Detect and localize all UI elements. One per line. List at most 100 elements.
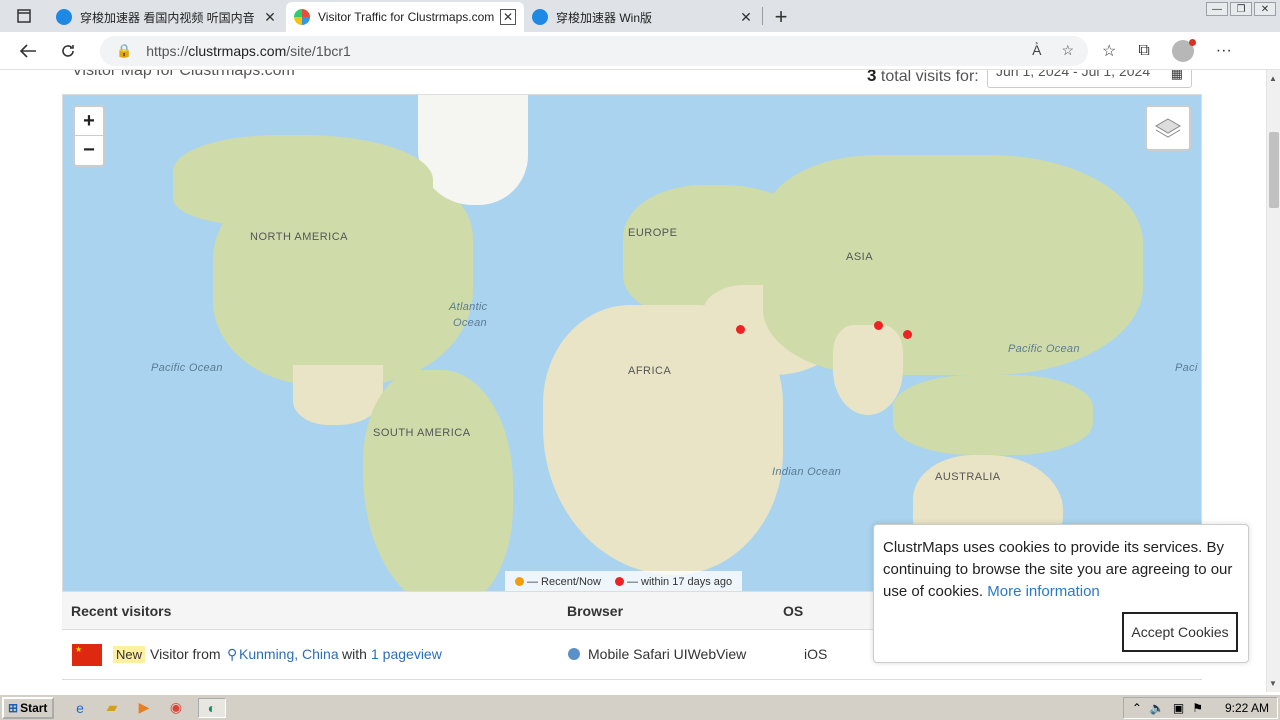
browser-tab-bar: 穿梭加速器 看国内视频 听国内音 ✕ Visitor Traffic for C… xyxy=(0,0,1280,32)
legend-recent: — Recent/Now xyxy=(515,576,601,588)
visits-summary: 3 total visits for: xyxy=(867,70,979,86)
flag-icon[interactable]: ⚑ xyxy=(1192,701,1203,715)
visitor-dot[interactable] xyxy=(903,330,912,339)
url-field[interactable]: 🔒 https://clustrmaps.com/site/1bcr1 A͐ ☆ xyxy=(100,35,1088,66)
restore-button[interactable]: ❐ xyxy=(1230,2,1252,16)
edge-icon[interactable]: ◐ xyxy=(198,697,226,718)
label-africa: AFRICA xyxy=(628,365,672,377)
china-flag-icon xyxy=(72,644,102,666)
legend-within: — within 17 days ago xyxy=(614,576,732,588)
visitor-dot[interactable] xyxy=(874,321,883,330)
folder-icon[interactable]: ▰ xyxy=(102,698,122,718)
visitor-location-link[interactable]: Kunming, China xyxy=(239,646,339,662)
clustrmaps-icon xyxy=(294,9,310,25)
tab-shuttle-2[interactable]: 穿梭加速器 Win版 ✕ xyxy=(524,2,762,32)
ie-icon[interactable]: e xyxy=(70,698,90,718)
back-arrow-icon xyxy=(19,43,36,58)
start-button[interactable]: ⊞ Start xyxy=(2,696,54,719)
zoom-out-button[interactable]: − xyxy=(75,136,103,165)
tab-clustrmaps[interactable]: Visitor Traffic for Clustrmaps.com ✕ xyxy=(286,2,524,32)
zoom-control: + − xyxy=(73,105,105,167)
minimize-button[interactable]: — xyxy=(1206,2,1228,16)
land-south-america xyxy=(363,370,513,591)
accept-cookies-button[interactable]: Accept Cookies xyxy=(1122,612,1238,652)
network-icon[interactable]: ▣ xyxy=(1173,701,1184,715)
url-actions: A͐ ☆ xyxy=(1032,42,1088,59)
tab-actions-button[interactable] xyxy=(0,0,48,32)
pageview-link[interactable]: 1 pageview xyxy=(371,646,442,662)
label-atlantic-ocean: Ocean xyxy=(453,317,487,329)
visits-label: total visits for: xyxy=(880,70,979,85)
tab-shuttle-1[interactable]: 穿梭加速器 看国内视频 听国内音 ✕ xyxy=(48,2,286,32)
visitor-dot[interactable] xyxy=(736,325,745,334)
tray-expand-icon[interactable]: ⌃ xyxy=(1132,701,1142,715)
new-tab-button[interactable]: + xyxy=(763,2,799,32)
close-tab-icon[interactable]: ✕ xyxy=(738,9,754,25)
shuttle-icon xyxy=(532,9,548,25)
label-europe: EUROPE xyxy=(628,227,678,239)
system-tray: ⌃ 🔈 ▣ ⚑ 9:22 AM xyxy=(1122,696,1278,719)
address-toolbar: 🔒 https://clustrmaps.com/site/1bcr1 A͐ ☆… xyxy=(0,32,1280,70)
label-pacific-edge: Paci xyxy=(1175,362,1198,374)
scroll-down-icon[interactable]: ▼ xyxy=(1269,679,1277,688)
header-browser: Browser xyxy=(567,603,624,619)
media-player-icon[interactable]: ▶ xyxy=(134,698,154,718)
read-aloud-icon[interactable]: A͐ xyxy=(1032,42,1041,59)
header-os: OS xyxy=(783,603,804,619)
favorites-icon[interactable]: ☆ xyxy=(1102,41,1116,61)
visitor-prefix: Visitor from xyxy=(150,646,221,662)
label-indian-ocean: Indian Ocean xyxy=(772,466,842,478)
land-asia xyxy=(763,155,1143,375)
scroll-up-icon[interactable]: ▲ xyxy=(1269,74,1277,83)
label-pacific-ocean-west: Pacific Ocean xyxy=(151,362,223,374)
label-pacific-ocean-east: Pacific Ocean xyxy=(1008,343,1080,355)
label-north-america: NORTH AMERICA xyxy=(250,231,348,243)
url-protocol: https:// xyxy=(146,42,189,59)
close-tab-icon[interactable]: ✕ xyxy=(262,9,278,25)
calendar-icon[interactable]: ▦ xyxy=(1171,70,1183,82)
collections-icon[interactable]: ⧉ xyxy=(1138,42,1149,60)
zoom-in-button[interactable]: + xyxy=(75,107,103,136)
refresh-button[interactable] xyxy=(48,35,88,67)
more-information-link[interactable]: More information xyxy=(987,583,1100,600)
more-options-icon[interactable]: ··· xyxy=(1216,42,1232,60)
location-pin-icon: ⚲ xyxy=(227,646,238,662)
label-asia: ASIA xyxy=(846,251,874,263)
close-window-button[interactable]: ✕ xyxy=(1254,2,1276,16)
new-badge: New xyxy=(113,646,146,663)
url-host: clustrmaps.com xyxy=(188,42,287,59)
close-tab-icon[interactable]: ✕ xyxy=(500,9,516,25)
within-dot-icon xyxy=(614,577,624,586)
tab-title: 穿梭加速器 Win版 xyxy=(556,10,653,25)
map-header: Visitor Map for Clustrmaps.com 3 total v… xyxy=(62,70,1202,94)
cookie-banner: ClustrMaps uses cookies to provide its s… xyxy=(873,524,1249,663)
scroll-thumb[interactable] xyxy=(1269,132,1279,208)
safari-icon xyxy=(568,648,580,660)
visitor-map[interactable]: NORTH AMERICA EUROPE ASIA AFRICA SOUTH A… xyxy=(62,94,1202,592)
volume-icon[interactable]: 🔈 xyxy=(1150,701,1165,715)
land-india xyxy=(833,325,903,415)
tab-title: Visitor Traffic for Clustrmaps.com xyxy=(318,10,495,24)
back-button[interactable] xyxy=(8,35,48,67)
clock: 9:22 AM xyxy=(1224,700,1269,715)
add-favorite-icon[interactable]: ☆ xyxy=(1061,42,1074,59)
anyrun-watermark: ANY.RUN xyxy=(1038,682,1256,692)
chrome-icon[interactable]: ◉ xyxy=(166,698,186,718)
shuttle-icon xyxy=(56,9,72,25)
land-greenland xyxy=(418,95,528,205)
map-legend: — Recent/Now — within 17 days ago xyxy=(505,571,743,591)
windows-logo-icon: ⊞ xyxy=(8,700,19,715)
date-range-input[interactable]: Jun 1, 2024 - Jul 1, 2024 ▦ xyxy=(987,70,1192,88)
land-southeast-asia xyxy=(893,375,1093,455)
window-controls: — ❐ ✕ xyxy=(1206,2,1276,16)
label-australia: AUSTRALIA xyxy=(935,471,1001,483)
date-range-value: Jun 1, 2024 - Jul 1, 2024 xyxy=(996,70,1151,79)
label-south-america: SOUTH AMERICA xyxy=(373,427,471,439)
start-label: Start xyxy=(20,700,48,715)
layers-button[interactable] xyxy=(1145,105,1191,151)
os-name: iOS xyxy=(804,646,828,662)
visitor-with: with xyxy=(342,646,367,662)
page-scrollbar[interactable]: ▲ ▼ xyxy=(1266,70,1280,692)
profile-avatar[interactable] xyxy=(1171,38,1196,62)
legend-recent-label: — Recent/Now xyxy=(527,576,601,588)
